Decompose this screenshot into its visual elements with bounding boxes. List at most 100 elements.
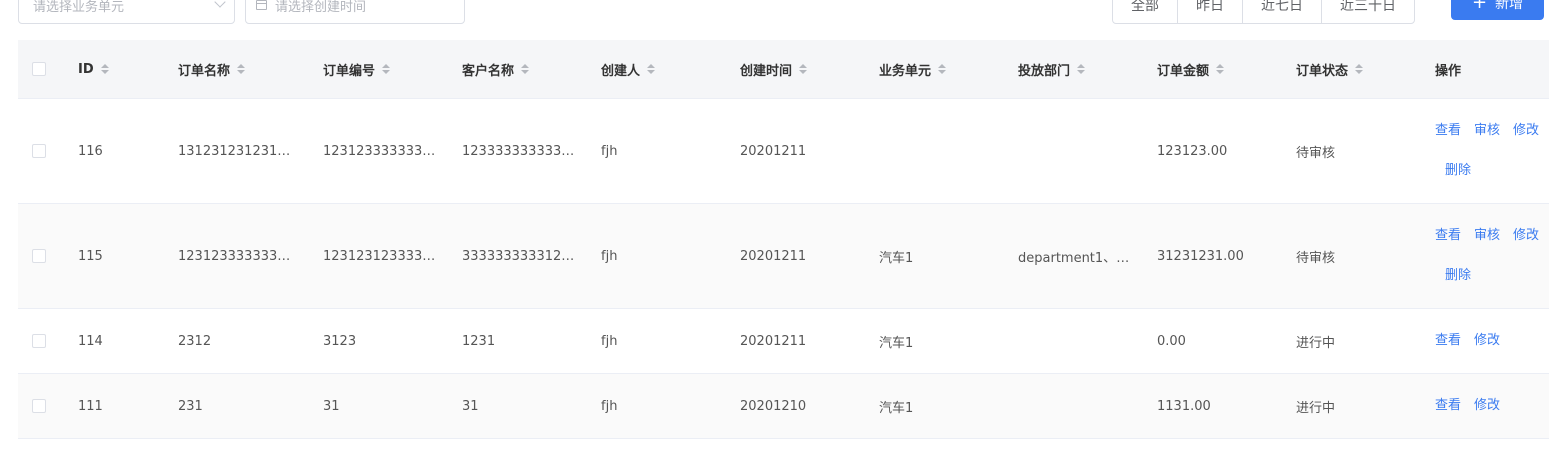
sort-icon <box>1355 64 1364 74</box>
sort-icon <box>100 64 109 74</box>
cell-business-unit: 汽车1 <box>879 400 914 416</box>
created-date-placeholder: 请选择创建时间 <box>275 0 367 15</box>
cell-customer-name: 1233333333333… <box>462 143 580 159</box>
row-checkbox[interactable] <box>32 144 46 158</box>
column-label: 订单金额 <box>1157 63 1210 79</box>
table-row: 114 2312 3123 1231 fjh 20201211 汽车1 0.00… <box>18 309 1549 374</box>
cell-amount: 123123.00 <box>1157 143 1228 159</box>
column-amount[interactable]: 订单金额 <box>1157 40 1277 98</box>
view-link[interactable]: 查看 <box>1435 331 1461 351</box>
plus-icon: + <box>1471 0 1488 13</box>
row-actions: 查看 修改 <box>1435 331 1549 351</box>
column-label: 操作 <box>1435 63 1462 79</box>
sort-icon <box>647 64 656 74</box>
row-checkbox[interactable] <box>32 249 46 263</box>
cell-customer-name: 31 <box>462 398 479 414</box>
range-7days-button[interactable]: 近七日 <box>1243 0 1322 23</box>
calendar-icon <box>256 0 267 10</box>
row-checkbox[interactable] <box>32 399 46 413</box>
column-label: 客户名称 <box>462 63 515 79</box>
row-actions: 查看 审核 修改 删除 <box>1435 226 1549 286</box>
cell-order-number: 1231233333333… <box>323 143 441 159</box>
filter-bar: 请选择业务单元 请选择创建时间 全部 昨日 近七日 近三十日 + 新增 <box>0 0 1549 30</box>
table-row: 115 1231233333333… 1231231233333… 333333… <box>18 204 1549 309</box>
orders-table: ID 订单名称 订单编号 客户名称 创建人 创建时间 业务单元 投放部门 订单金… <box>18 40 1549 439</box>
edit-link[interactable]: 修改 <box>1513 226 1539 246</box>
column-label: 创建时间 <box>740 63 793 79</box>
cell-created-time: 20201210 <box>740 398 807 414</box>
cell-creator: fjh <box>601 333 618 349</box>
range-30days-button[interactable]: 近三十日 <box>1322 0 1414 23</box>
row-actions: 查看 审核 修改 删除 <box>1435 121 1549 181</box>
column-label: 投放部门 <box>1018 63 1071 79</box>
column-label: 订单名称 <box>178 63 231 79</box>
column-department[interactable]: 投放部门 <box>1018 40 1136 98</box>
cell-department: department1、d… <box>1018 250 1136 266</box>
cell-order-name: 2312 <box>178 333 212 349</box>
cell-creator: fjh <box>601 143 618 159</box>
sort-icon <box>237 64 246 74</box>
cell-status: 待审核 <box>1296 250 1336 266</box>
sort-icon <box>382 64 391 74</box>
cell-id: 111 <box>78 398 103 414</box>
view-link[interactable]: 查看 <box>1435 396 1461 416</box>
delete-link[interactable]: 删除 <box>1445 266 1471 286</box>
sort-icon <box>521 64 530 74</box>
row-actions: 查看 修改 <box>1435 396 1549 416</box>
sort-icon <box>938 64 947 74</box>
column-customer-name[interactable]: 客户名称 <box>462 40 580 98</box>
cell-order-name: 1312312312312… <box>178 143 296 159</box>
cell-created-time: 20201211 <box>740 143 807 159</box>
column-label: 业务单元 <box>879 63 932 79</box>
edit-link[interactable]: 修改 <box>1513 121 1539 141</box>
review-link[interactable]: 审核 <box>1474 226 1500 246</box>
review-link[interactable]: 审核 <box>1474 121 1500 141</box>
cell-order-number: 1231231233333… <box>323 248 441 264</box>
cell-creator: fjh <box>601 398 618 414</box>
date-range-tabs: 全部 昨日 近七日 近三十日 <box>1112 0 1415 24</box>
cell-creator: fjh <box>601 248 618 264</box>
range-yesterday-button[interactable]: 昨日 <box>1178 0 1243 23</box>
range-all-button[interactable]: 全部 <box>1113 0 1178 23</box>
add-button-label: 新增 <box>1495 0 1524 12</box>
column-creator[interactable]: 创建人 <box>601 40 721 98</box>
column-order-name[interactable]: 订单名称 <box>178 40 296 98</box>
business-unit-select[interactable]: 请选择业务单元 <box>18 0 235 24</box>
created-date-picker[interactable]: 请选择创建时间 <box>245 0 465 24</box>
add-button[interactable]: + 新增 <box>1451 0 1544 20</box>
sort-icon <box>799 64 808 74</box>
cell-id: 114 <box>78 333 103 349</box>
column-id[interactable]: ID <box>78 40 168 98</box>
edit-link[interactable]: 修改 <box>1474 396 1500 416</box>
cell-status: 进行中 <box>1296 400 1336 416</box>
view-link[interactable]: 查看 <box>1435 121 1461 141</box>
column-label: 创建人 <box>601 63 641 79</box>
cell-order-name: 231 <box>178 398 203 414</box>
row-checkbox[interactable] <box>32 334 46 348</box>
cell-status: 待审核 <box>1296 145 1336 161</box>
edit-link[interactable]: 修改 <box>1474 331 1500 351</box>
cell-order-number: 31 <box>323 398 340 414</box>
cell-created-time: 20201211 <box>740 333 807 349</box>
view-link[interactable]: 查看 <box>1435 226 1461 246</box>
cell-created-time: 20201211 <box>740 248 807 264</box>
table-row: 116 1312312312312… 1231233333333… 123333… <box>18 99 1549 204</box>
column-label: ID <box>78 61 94 77</box>
cell-status: 进行中 <box>1296 335 1336 351</box>
column-order-number[interactable]: 订单编号 <box>323 40 441 98</box>
column-created-time[interactable]: 创建时间 <box>740 40 860 98</box>
table-header: ID 订单名称 订单编号 客户名称 创建人 创建时间 业务单元 投放部门 订单金… <box>18 40 1549 99</box>
column-business-unit[interactable]: 业务单元 <box>879 40 999 98</box>
column-label: 订单编号 <box>323 63 376 79</box>
column-status[interactable]: 订单状态 <box>1296 40 1416 98</box>
chevron-down-icon <box>214 0 226 8</box>
column-label: 订单状态 <box>1296 63 1349 79</box>
cell-business-unit: 汽车1 <box>879 250 914 266</box>
cell-customer-name: 1231 <box>462 333 496 349</box>
cell-amount: 1131.00 <box>1157 398 1211 414</box>
delete-link[interactable]: 删除 <box>1445 161 1471 181</box>
select-all-checkbox[interactable] <box>32 62 46 76</box>
column-actions: 操作 <box>1435 40 1549 98</box>
sort-icon <box>1216 64 1225 74</box>
cell-amount: 0.00 <box>1157 333 1186 349</box>
